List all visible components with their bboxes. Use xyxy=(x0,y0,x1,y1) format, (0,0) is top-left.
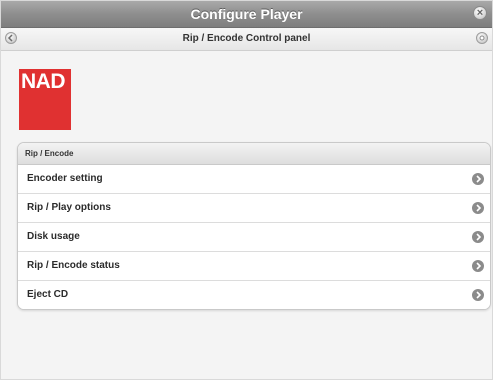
window-titlebar: Configure Player × xyxy=(1,1,492,28)
menu-item-label: Disk usage xyxy=(27,231,80,242)
chevron-right-icon xyxy=(472,289,484,301)
chevron-right-icon xyxy=(472,260,484,272)
menu-item-rip-play-options[interactable]: Rip / Play options xyxy=(18,194,490,223)
logo-text: NAD xyxy=(21,70,66,93)
rip-encode-panel: Rip / Encode Encoder setting Rip / Play … xyxy=(17,142,491,310)
chevron-right-icon xyxy=(472,202,484,214)
menu-item-eject-cd[interactable]: Eject CD xyxy=(18,281,490,309)
configure-player-window: Configure Player × Rip / Encode Control … xyxy=(0,0,493,380)
nad-logo: NAD xyxy=(19,69,71,130)
menu-item-label: Eject CD xyxy=(27,289,69,300)
menu-item-encoder-setting[interactable]: Encoder setting xyxy=(18,165,490,194)
window-title: Configure Player xyxy=(190,6,303,22)
menu-item-label: Encoder setting xyxy=(27,173,103,184)
chevron-right-icon xyxy=(472,173,484,185)
close-icon[interactable]: × xyxy=(473,6,487,20)
menu-item-rip-encode-status[interactable]: Rip / Encode status xyxy=(18,252,490,281)
menu-item-label: Rip / Play options xyxy=(27,202,111,213)
menu-item-disk-usage[interactable]: Disk usage xyxy=(18,223,490,252)
circle-icon xyxy=(479,35,485,41)
chevron-right-icon xyxy=(472,231,484,243)
panel-header: Rip / Encode xyxy=(18,143,490,165)
menu-item-label: Rip / Encode status xyxy=(27,260,120,271)
menu-button[interactable] xyxy=(476,32,488,44)
navigation-bar: Rip / Encode Control panel xyxy=(1,28,492,51)
panel-title: Rip / Encode Control panel xyxy=(182,33,311,44)
